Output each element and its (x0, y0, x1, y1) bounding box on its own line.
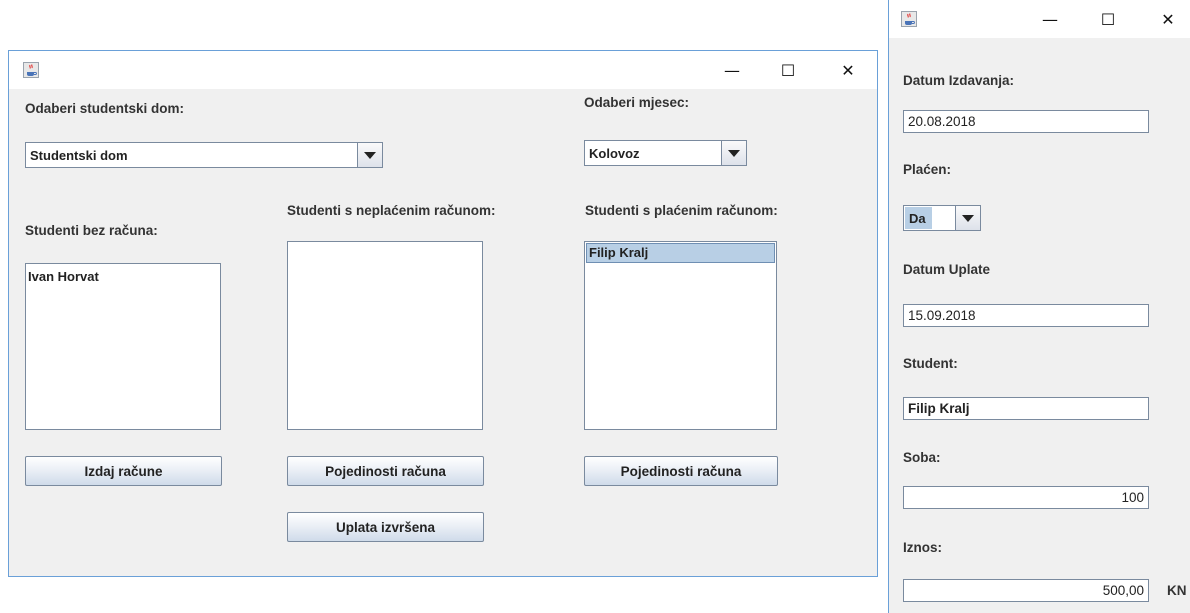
month-select-value: Kolovoz (589, 145, 640, 161)
minimize-button[interactable]: — (709, 51, 755, 89)
paid-list[interactable]: Filip Kralj (584, 241, 777, 430)
dorm-select-value: Studentski dom (30, 147, 128, 163)
chevron-down-icon[interactable] (357, 143, 382, 167)
room-label: Soba: (903, 450, 941, 465)
paid-status-select[interactable]: Da (903, 205, 981, 231)
currency-label: KN (1167, 583, 1187, 598)
chevron-down-icon[interactable] (721, 141, 746, 165)
payment-date-label: Datum Uplate (903, 262, 991, 277)
chevron-down-icon[interactable] (955, 206, 980, 230)
paid-details-button[interactable]: Pojedinosti računa (584, 456, 778, 486)
invoice-detail-window: — ☐ ✕ Datum Izdavanja: 20.08.2018 Plaćen… (888, 0, 1190, 613)
month-select[interactable]: Kolovoz (584, 140, 747, 166)
room-field[interactable]: 100 (903, 486, 1149, 509)
close-button[interactable]: ✕ (1145, 0, 1190, 38)
student-label: Student: (903, 356, 958, 371)
amount-label: Iznos: (903, 540, 942, 555)
minimize-button[interactable]: — (1027, 0, 1073, 38)
java-app-icon (901, 11, 917, 27)
issue-date-label: Datum Izdavanja: (903, 73, 1015, 88)
unpaid-list[interactable] (287, 241, 483, 430)
unpaid-details-button[interactable]: Pojedinosti računa (287, 456, 484, 486)
payment-done-button[interactable]: Uplata izvršena (287, 512, 484, 542)
student-field[interactable]: Filip Kralj (903, 397, 1149, 420)
dorm-label: Odaberi studentski dom: (25, 101, 185, 116)
list-item[interactable]: Ivan Horvat (26, 268, 220, 286)
amount-field[interactable]: 500,00 (903, 579, 1149, 602)
issue-date-field[interactable]: 20.08.2018 (903, 110, 1149, 133)
java-app-icon (23, 62, 39, 78)
no-invoice-label: Studenti bez računa: (25, 223, 158, 238)
main-window: — ☐ ✕ Odaberi studentski dom: Studentski… (8, 50, 878, 577)
dorm-select[interactable]: Studentski dom (25, 142, 383, 168)
issue-invoices-button[interactable]: Izdaj račune (25, 456, 222, 486)
unpaid-label: Studenti s neplaćenim računom: (287, 203, 496, 218)
no-invoice-list[interactable]: Ivan Horvat (25, 263, 221, 430)
detail-titlebar: — ☐ ✕ (889, 0, 1190, 38)
maximize-button[interactable]: ☐ (1085, 0, 1131, 38)
paid-label: Studenti s plaćenim računom: (585, 203, 778, 218)
maximize-button[interactable]: ☐ (765, 51, 811, 89)
paid-status-value: Da (905, 207, 932, 229)
payment-date-field[interactable]: 15.09.2018 (903, 304, 1149, 327)
month-label: Odaberi mjesec: (584, 95, 690, 110)
main-titlebar: — ☐ ✕ (9, 51, 877, 89)
list-item[interactable]: Filip Kralj (586, 243, 775, 263)
paid-status-label: Plaćen: (903, 162, 952, 177)
close-button[interactable]: ✕ (825, 51, 871, 89)
